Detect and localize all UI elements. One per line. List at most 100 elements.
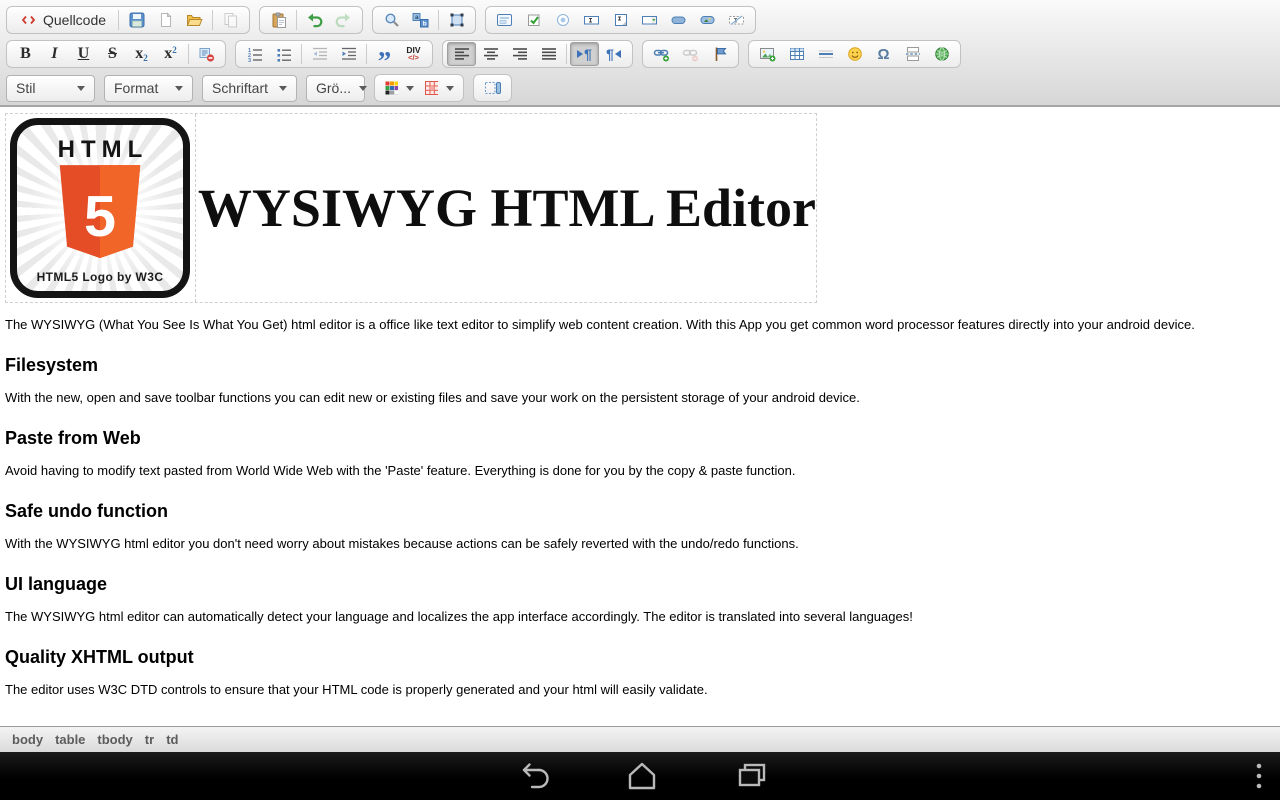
insert-table-button[interactable] (782, 42, 811, 66)
group-links (642, 40, 739, 68)
textarea-button[interactable] (606, 8, 635, 32)
smiley-button[interactable] (840, 42, 869, 66)
strikethrough-icon: S (108, 46, 117, 62)
text-color-button[interactable] (379, 76, 419, 100)
div-container-button[interactable]: DIV</> (399, 42, 428, 66)
special-character-icon: Ω (877, 46, 889, 63)
elementpath-table[interactable]: table (55, 732, 85, 747)
bold-icon: B (20, 46, 31, 62)
horizontal-rule-button[interactable] (811, 42, 840, 66)
strikethrough-button[interactable]: S (98, 42, 127, 66)
justify-button[interactable] (534, 42, 563, 66)
home-button[interactable] (624, 761, 660, 791)
copy-button[interactable] (216, 8, 245, 32)
outdent-icon (312, 46, 328, 62)
document-table: HTML 5 HTML5 Logo by W3C WYSIWYG HTML Ed… (5, 113, 817, 303)
outdent-button[interactable] (305, 42, 334, 66)
radio-button-button[interactable] (548, 8, 577, 32)
section-heading: Quality XHTML output (5, 647, 1272, 668)
insert-image-button[interactable] (753, 42, 782, 66)
intro-paragraph: The WYSIWYG (What You See Is What You Ge… (5, 317, 1272, 333)
replace-button[interactable]: ab (406, 8, 435, 32)
redo-button[interactable] (329, 8, 358, 32)
select-all-button[interactable] (442, 8, 471, 32)
subscript-button[interactable]: x2 (127, 42, 156, 66)
italic-button[interactable]: I (40, 42, 69, 66)
chevron-down-icon (359, 86, 367, 95)
elementpath-tbody[interactable]: tbody (97, 732, 132, 747)
image-button-button[interactable] (693, 8, 722, 32)
background-color-button[interactable] (419, 76, 459, 100)
menu-button[interactable] (1256, 752, 1262, 800)
button-field-button[interactable] (664, 8, 693, 32)
text-direction-ltr-button[interactable]: ¶ (570, 42, 599, 66)
bold-button[interactable]: B (11, 42, 40, 66)
elementpath-tr[interactable]: tr (145, 732, 154, 747)
find-button[interactable] (377, 8, 406, 32)
group-find: ab (372, 6, 476, 34)
find-icon (384, 12, 400, 28)
text-direction-rtl-button[interactable]: ¶ (599, 42, 628, 66)
indent-button[interactable] (334, 42, 363, 66)
numbered-list-button[interactable]: 123 (240, 42, 269, 66)
link-button[interactable] (647, 42, 676, 66)
form-button[interactable] (490, 8, 519, 32)
new-document-button[interactable] (151, 8, 180, 32)
align-right-button[interactable] (505, 42, 534, 66)
hidden-field-button[interactable] (722, 8, 751, 32)
group-insert: Ω (748, 40, 961, 68)
save-button[interactable] (122, 8, 151, 32)
page-break-button[interactable] (898, 42, 927, 66)
text-field-button[interactable] (577, 8, 606, 32)
separator (301, 44, 302, 64)
rtl-icon: ¶ (606, 47, 621, 61)
font-dropdown-label: Schriftart (212, 80, 268, 96)
style-dropdown-label: Stil (16, 80, 35, 96)
align-left-button[interactable] (447, 42, 476, 66)
horizontal-rule-icon (818, 46, 834, 62)
bulleted-list-button[interactable] (269, 42, 298, 66)
text-color-icon (384, 80, 398, 96)
select-field-button[interactable] (635, 8, 664, 32)
font-size-dropdown[interactable]: Grö... (306, 75, 365, 102)
back-button[interactable] (510, 761, 550, 791)
open-file-button[interactable] (180, 8, 209, 32)
elementpath-body[interactable]: body (12, 732, 43, 747)
source-code-label: Quellcode (43, 12, 106, 28)
style-dropdown[interactable]: Stil (6, 75, 95, 102)
paste-button[interactable] (264, 8, 293, 32)
unlink-button[interactable] (676, 42, 705, 66)
html5-logo-top-text: HTML (52, 136, 149, 164)
separator (212, 10, 213, 30)
elementpath-td[interactable]: td (166, 732, 178, 747)
special-character-button[interactable]: Ω (869, 42, 898, 66)
blockquote-button[interactable]: ” (370, 42, 399, 66)
show-blocks-button[interactable] (478, 76, 507, 100)
source-code-button[interactable]: Quellcode (11, 8, 115, 32)
checkbox-button[interactable] (519, 8, 548, 32)
html5-logo: HTML 5 HTML5 Logo by W3C (10, 118, 190, 298)
underline-button[interactable]: U (69, 42, 98, 66)
html5-logo-caption: HTML5 Logo by W3C (17, 270, 183, 284)
align-center-button[interactable] (476, 42, 505, 66)
format-dropdown[interactable]: Format (104, 75, 193, 102)
toolbar-row-3: Stil Format Schriftart Grö... (6, 74, 1274, 102)
back-icon (510, 761, 550, 791)
anchor-button[interactable] (705, 42, 734, 66)
font-dropdown[interactable]: Schriftart (202, 75, 297, 102)
superscript-button[interactable]: x2 (156, 42, 185, 66)
group-basicstyles: B I U S x2 x2 (6, 40, 226, 68)
align-center-icon (483, 46, 499, 62)
undo-button[interactable] (300, 8, 329, 32)
anchor-icon (712, 46, 728, 62)
recents-button[interactable] (734, 761, 770, 791)
iframe-button[interactable] (927, 42, 956, 66)
align-right-icon (512, 46, 528, 62)
textarea-icon (613, 12, 629, 28)
editor-document[interactable]: HTML 5 HTML5 Logo by W3C WYSIWYG HTML Ed… (0, 107, 1280, 726)
align-left-icon (454, 46, 470, 62)
image-button-icon (699, 12, 716, 28)
remove-format-button[interactable] (192, 42, 221, 66)
chevron-down-icon (175, 86, 183, 95)
justify-icon (541, 46, 557, 62)
